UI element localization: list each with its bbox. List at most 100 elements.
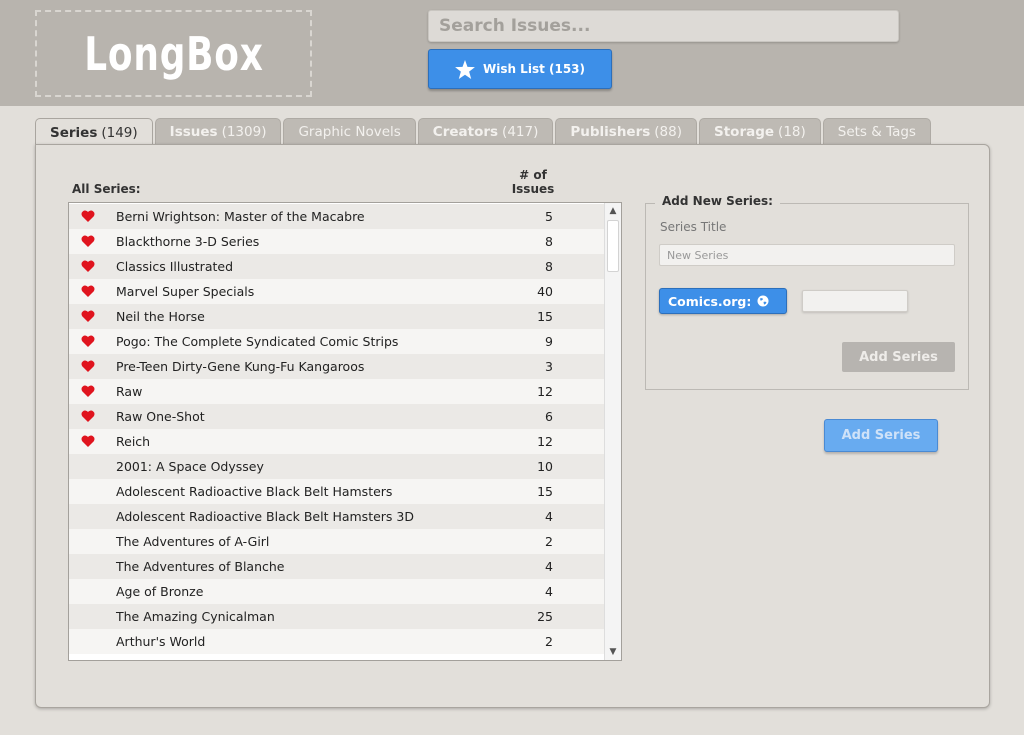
series-name: Raw One-Shot: [116, 409, 205, 424]
table-row[interactable]: The Adventures of Blanche 4: [69, 554, 605, 579]
tab-label: Publishers: [570, 124, 651, 140]
search-input[interactable]: [428, 10, 899, 42]
heart-icon[interactable]: [81, 210, 95, 225]
series-name: Berni Wrightson: Master of the Macabre: [116, 209, 365, 224]
issue-count: 2: [545, 534, 553, 549]
table-row[interactable]: Neil the Horse 15: [69, 304, 605, 329]
header-bar: LongBox Wish List (153): [0, 0, 1024, 106]
table-row[interactable]: Arthur's World 2: [69, 629, 605, 654]
tab-label: Creators: [432, 124, 499, 140]
star-icon: [455, 59, 475, 79]
scroll-down-icon[interactable]: ▼: [605, 644, 621, 660]
series-title-label: Series Title: [660, 220, 727, 234]
table-row[interactable]: 2001: A Space Odyssey 10: [69, 454, 605, 479]
series-name: The Adventures of A-Girl: [116, 534, 270, 549]
tab-storage[interactable]: Storage (18): [699, 118, 821, 145]
heart-icon[interactable]: [81, 410, 95, 425]
heart-icon[interactable]: [81, 335, 95, 350]
table-row[interactable]: Reich 12: [69, 429, 605, 454]
series-name: Classics Illustrated: [116, 259, 234, 274]
add-series-inner-button[interactable]: Add Series: [842, 342, 955, 372]
comics-org-button[interactable]: Comics.org:: [659, 288, 787, 314]
tab-sets-tags[interactable]: Sets & Tags: [822, 118, 931, 145]
table-row[interactable]: Adolescent Radioactive Black Belt Hamste…: [69, 504, 605, 529]
series-name: Pre-Teen Dirty-Gene Kung-Fu Kangaroos: [116, 359, 365, 374]
heart-icon[interactable]: [81, 310, 95, 325]
comics-org-label: Comics.org:: [668, 293, 752, 309]
wishlist-button[interactable]: Wish List (153): [428, 49, 612, 89]
series-name: Blackthorne 3-D Series: [116, 234, 260, 249]
table-row[interactable]: Raw One-Shot 6: [69, 404, 605, 429]
issue-count: 40: [537, 284, 553, 299]
tab-bar: Series (149) Issues (1309) Graphic Novels Cre…: [35, 118, 931, 146]
series-name: 2001: A Space Odyssey: [116, 459, 264, 474]
table-row[interactable]: The Adventures of A-Girl 2: [69, 529, 605, 554]
series-name: Pogo: The Complete Syndicated Comic Stri…: [116, 334, 399, 349]
table-row[interactable]: Age of Bronze 4: [69, 579, 605, 604]
issue-count: 6: [545, 409, 553, 424]
tab-count: (417): [502, 124, 539, 140]
series-name: Arthur's World: [116, 634, 206, 649]
table-row[interactable]: Raw 12: [69, 379, 605, 404]
tab-count: (149): [101, 124, 138, 141]
series-title-input[interactable]: [659, 244, 955, 266]
tab-creators[interactable]: Creators (417): [417, 118, 554, 145]
table-row[interactable]: The Amazing Cynicalman 25: [69, 604, 605, 629]
issue-count: 12: [537, 384, 553, 399]
scroll-up-icon[interactable]: ▲: [605, 203, 621, 219]
tab-graphic-novels[interactable]: Graphic Novels: [283, 118, 416, 145]
issue-count: 4: [545, 584, 553, 599]
heart-icon[interactable]: [81, 435, 95, 450]
globe-icon: [757, 295, 769, 307]
issue-count-header: # of Issues: [511, 168, 555, 196]
all-series-header: All Series:: [72, 182, 141, 196]
tab-series[interactable]: Series (149): [35, 118, 153, 146]
scroll-thumb[interactable]: [607, 220, 619, 272]
table-row[interactable]: Classics Illustrated 8: [69, 254, 605, 279]
issue-count: 15: [537, 484, 553, 499]
issue-count: 9: [545, 334, 553, 349]
tab-count: (1309): [221, 124, 267, 140]
table-row[interactable]: Adolescent Radioactive Black Belt Hamste…: [69, 479, 605, 504]
scrollbar[interactable]: ▲ ▼: [604, 203, 621, 660]
series-name: Reich: [116, 434, 151, 449]
table-row[interactable]: Pre-Teen Dirty-Gene Kung-Fu Kangaroos 3: [69, 354, 605, 379]
tab-issues[interactable]: Issues (1309): [154, 118, 282, 145]
series-name: Adolescent Radioactive Black Belt Hamste…: [116, 484, 393, 499]
wishlist-label: Wish List (153): [482, 62, 586, 76]
series-name: The Adventures of Blanche: [116, 559, 285, 574]
table-row[interactable]: Berni Wrightson: Master of the Macabre 5: [69, 204, 605, 229]
table-row[interactable]: Blackthorne 3-D Series 8: [69, 229, 605, 254]
tab-label: Storage: [714, 124, 775, 140]
series-name: Neil the Horse: [116, 309, 205, 324]
issue-count: 4: [545, 509, 553, 524]
add-series-button[interactable]: Add Series: [824, 419, 938, 452]
heart-icon[interactable]: [81, 360, 95, 375]
series-name: The Amazing Cynicalman: [116, 609, 275, 624]
heart-icon[interactable]: [81, 235, 95, 250]
issue-count: 5: [545, 209, 553, 224]
series-list[interactable]: Arthur's World 2 The Amazing Cynicalman 25 A…: [68, 202, 622, 661]
logo[interactable]: LongBox: [35, 10, 312, 97]
issue-count: 15: [537, 309, 553, 324]
issue-count: 10: [537, 459, 553, 474]
issue-count: 8: [545, 234, 553, 249]
heart-icon[interactable]: [81, 285, 95, 300]
heart-icon[interactable]: [81, 385, 95, 400]
series-name: Adolescent Radioactive Black Belt Hamste…: [116, 509, 414, 524]
issue-count: 4: [545, 559, 553, 574]
issue-count: 25: [537, 609, 553, 624]
tab-publishers[interactable]: Publishers (88): [555, 118, 697, 145]
issue-count: 2: [545, 634, 553, 649]
table-row[interactable]: Marvel Super Specials 40: [69, 279, 605, 304]
series-name: Age of Bronze: [116, 584, 204, 599]
table-row[interactable]: Pogo: The Complete Syndicated Comic Stri…: [69, 329, 605, 354]
issue-count: 12: [537, 434, 553, 449]
issue-count: 3: [545, 359, 553, 374]
series-name: Raw: [116, 384, 143, 399]
comics-org-id-input[interactable]: [802, 290, 908, 312]
heart-icon[interactable]: [81, 260, 95, 275]
logo-text: LongBox: [83, 26, 264, 81]
tab-label: Series: [50, 124, 98, 141]
tab-label: Graphic Novels: [298, 124, 401, 140]
